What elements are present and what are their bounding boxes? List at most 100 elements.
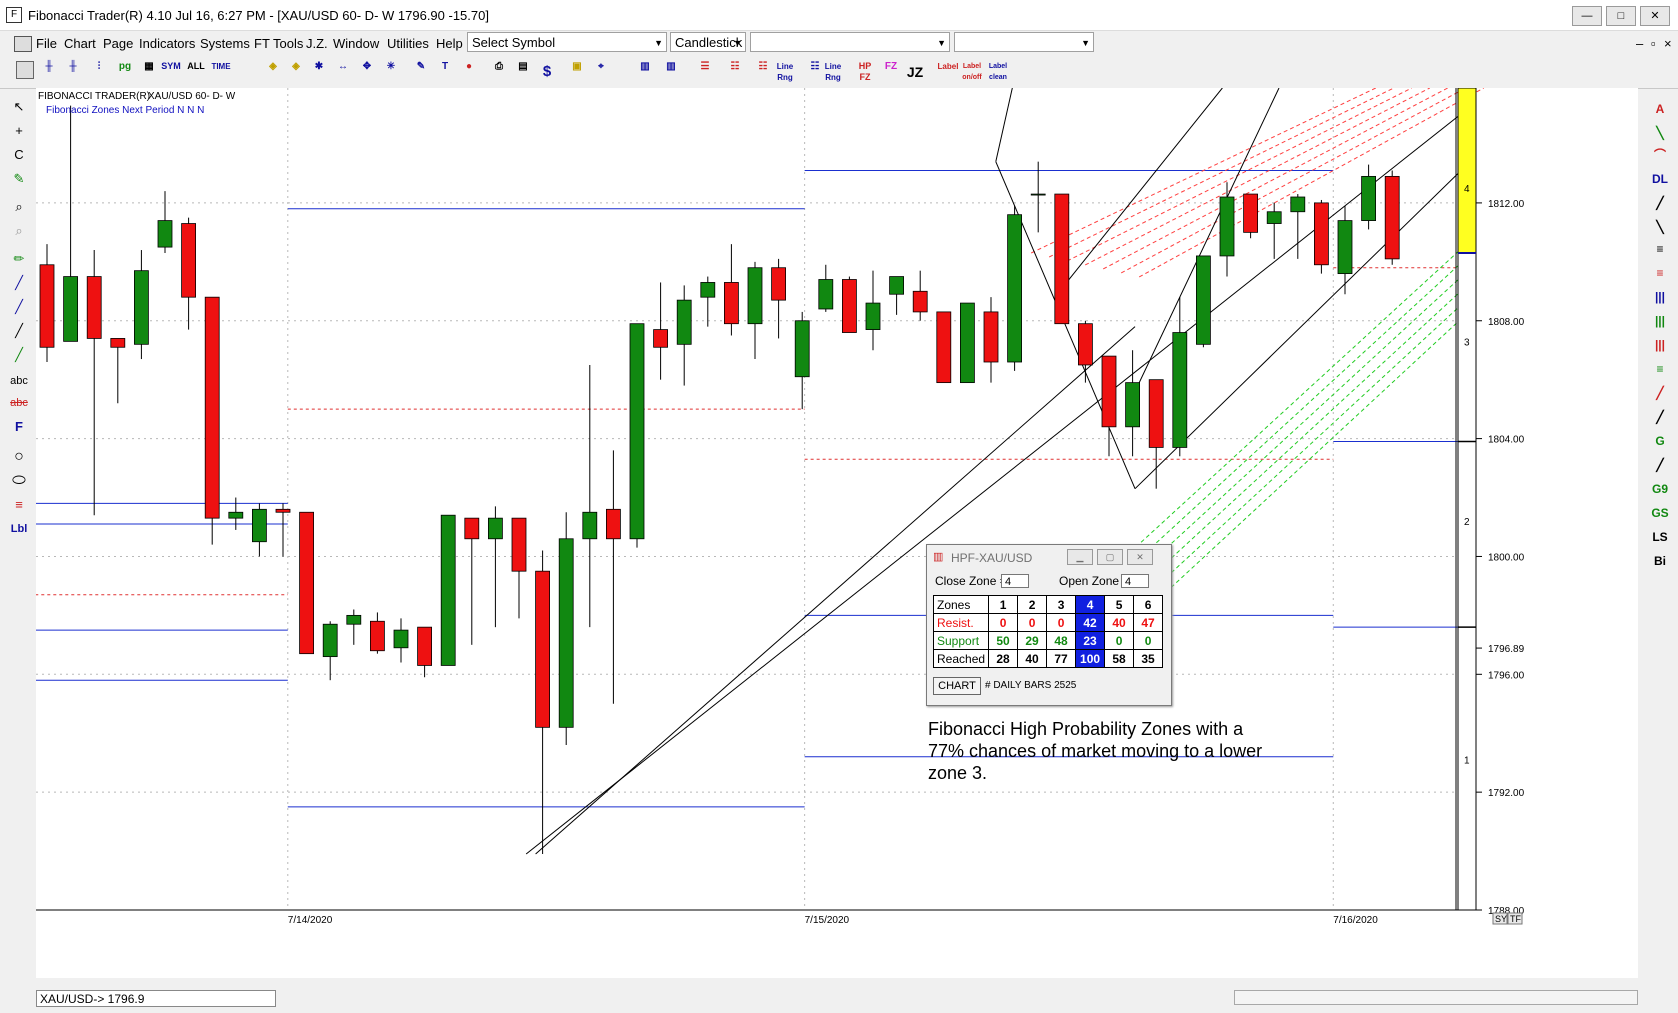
sym-button[interactable]: SYM	[160, 61, 182, 83]
pg-icon[interactable]: pg	[114, 61, 136, 83]
chart-button[interactable]: CHART	[933, 677, 981, 695]
hpf-close-button[interactable]: ✕	[1127, 549, 1153, 565]
empty-select-1[interactable]: ▼	[750, 32, 950, 52]
dollar-icon[interactable]: $	[536, 61, 558, 83]
bi-button[interactable]: Bi	[1646, 550, 1674, 572]
magnifier-disabled-icon[interactable]: ⌕	[6, 220, 32, 242]
traffic-icon[interactable]: ●	[458, 61, 480, 83]
menu-indicators[interactable]: Indicators	[139, 36, 195, 51]
window-cascade-icon[interactable]: ▥	[660, 61, 682, 83]
layers-icon[interactable]: ◈	[262, 61, 284, 83]
mdi-close-button[interactable]: ×	[1664, 36, 1672, 51]
menu-help[interactable]: Help	[436, 36, 463, 51]
line-green-icon[interactable]: ╱	[6, 344, 32, 366]
gs-button[interactable]: GS	[1646, 502, 1674, 524]
menu-systems[interactable]: Systems	[200, 36, 250, 51]
move-icon[interactable]: ✥	[356, 61, 378, 83]
time-zones-red-icon[interactable]: |||	[1646, 334, 1674, 356]
hpfz-button[interactable]: HP FZ	[854, 61, 876, 83]
crosshair-tool-icon[interactable]: +	[6, 120, 32, 142]
trendline-2-icon[interactable]: ╱	[6, 296, 32, 318]
crosshair-icon[interactable]: ✱	[308, 61, 330, 83]
menu-page[interactable]: Page	[103, 36, 133, 51]
open-zone-field[interactable]: 4	[1121, 574, 1149, 588]
horizontal-scrollbar[interactable]	[1234, 990, 1638, 1005]
text-icon[interactable]: T	[434, 61, 456, 83]
hpf-maximize-button[interactable]: ▢	[1097, 549, 1123, 565]
price-chart[interactable]: 4 3 2 1 1788.00 1792.00 1796.00 1800.00 1804.00 1…	[36, 88, 1638, 978]
mdi-minimize-button[interactable]: –	[1636, 36, 1643, 51]
pencil-icon[interactable]: ✎	[6, 168, 32, 190]
label-tool-icon[interactable]: Lbl	[6, 518, 32, 540]
levels-tool-red-icon[interactable]: ≡	[1646, 262, 1674, 284]
all-button[interactable]: ALL	[185, 61, 207, 83]
g9-button[interactable]: G9	[1646, 478, 1674, 500]
expansion-icon[interactable]: ≡	[1646, 358, 1674, 380]
hpf-window[interactable]: ▥ HPF-XAU/USD ▁ ▢ ✕ Close Zone = 4 Open …	[926, 544, 1172, 706]
label-clean-button[interactable]: Label clean	[984, 61, 1012, 83]
label-onoff-button[interactable]: Label on/off	[958, 61, 986, 83]
line-range-2-button[interactable]: Line Rng	[822, 61, 844, 83]
document-icon[interactable]	[14, 36, 32, 52]
diagonal-icon[interactable]: ╱	[1646, 382, 1674, 404]
gann-fan-icon[interactable]: ╱	[1646, 454, 1674, 476]
minimize-button[interactable]: —	[1572, 6, 1602, 26]
menu-chart[interactable]: Chart	[64, 36, 96, 51]
calculator-icon[interactable]: ▤	[512, 61, 534, 83]
hpf-minimize-button[interactable]: ▁	[1067, 549, 1093, 565]
circle-icon[interactable]: ○	[6, 446, 32, 468]
trendline-icon[interactable]: ╱	[6, 272, 32, 294]
bar-icon[interactable]: ╫	[62, 61, 84, 83]
pen-tool-icon[interactable]: ✏	[6, 248, 32, 270]
maximize-button[interactable]: □	[1606, 6, 1636, 26]
new-chart-icon[interactable]	[16, 61, 34, 79]
line-tool-2-icon[interactable]: ╲	[1646, 216, 1674, 238]
text-tool-icon[interactable]: abc	[6, 370, 32, 392]
jz-button[interactable]: JZ	[904, 61, 926, 83]
empty-select-2[interactable]: ▼	[954, 32, 1094, 52]
ray-icon[interactable]: ╱	[6, 320, 32, 342]
fz-button[interactable]: FZ	[880, 61, 902, 83]
symbol-select[interactable]: Select Symbol ▼	[467, 32, 667, 52]
ls-button[interactable]: LS	[1646, 526, 1674, 548]
hpf-window-titlebar[interactable]: ▥ HPF-XAU/USD ▁ ▢ ✕	[927, 545, 1171, 569]
fib-tool-icon[interactable]: F	[6, 416, 32, 438]
levels-mixed-icon[interactable]: ☷	[752, 61, 774, 83]
close-button[interactable]: ✕	[1640, 6, 1670, 26]
text-delete-icon[interactable]: abc	[6, 392, 32, 414]
flag-icon[interactable]: ▣	[566, 61, 588, 83]
menu-utilities[interactable]: Utilities	[387, 36, 429, 51]
ellipse-icon[interactable]: ⬭	[6, 470, 32, 492]
arc-icon[interactable]: ⌒	[1646, 144, 1674, 166]
menu-window[interactable]: Window	[333, 36, 379, 51]
print-icon[interactable]: ⎙	[488, 61, 510, 83]
zoom-h-icon[interactable]: ↔	[332, 61, 354, 83]
channel-icon[interactable]: ≡	[6, 494, 32, 516]
gann-icon[interactable]: G	[1646, 430, 1674, 452]
andrews-icon[interactable]: A	[1646, 98, 1674, 120]
line-range-button[interactable]: Line Rng	[774, 61, 796, 83]
grid-icon[interactable]: ▦	[138, 61, 160, 83]
magnifier-icon[interactable]: ⌕	[6, 196, 32, 218]
ohlc-icon[interactable]: ⫶	[88, 61, 110, 83]
menu-jz[interactable]: J.Z.	[306, 36, 328, 51]
dl-button[interactable]: DL	[1646, 168, 1674, 190]
time-zones-green-icon[interactable]: |||	[1646, 310, 1674, 332]
levels-icon[interactable]: ☰	[694, 61, 716, 83]
diagonal-2-icon[interactable]: ╱	[1646, 406, 1674, 428]
pen-icon[interactable]: ✎	[410, 61, 432, 83]
menu-file[interactable]: File	[36, 36, 57, 51]
cross-icon[interactable]: ✳	[380, 61, 402, 83]
window-tile-icon[interactable]: ▥	[634, 61, 656, 83]
pointer-icon[interactable]: ↖	[6, 96, 32, 118]
close-zone-field[interactable]: 4	[1001, 574, 1029, 588]
color-tool-icon[interactable]: C	[6, 144, 32, 166]
chart-type-icon[interactable]: ╫	[38, 61, 60, 83]
levels-red-icon[interactable]: ☷	[724, 61, 746, 83]
levels-tool-icon[interactable]: ≡	[1646, 238, 1674, 260]
menu-ft-tools[interactable]: FT Tools	[254, 36, 303, 51]
fan-icon[interactable]: ╲	[1646, 122, 1674, 144]
chart-style-select[interactable]: Candlestick ▼	[670, 32, 746, 52]
time-button[interactable]: TIME	[210, 61, 232, 83]
stack-icon[interactable]: ◈	[285, 61, 307, 83]
